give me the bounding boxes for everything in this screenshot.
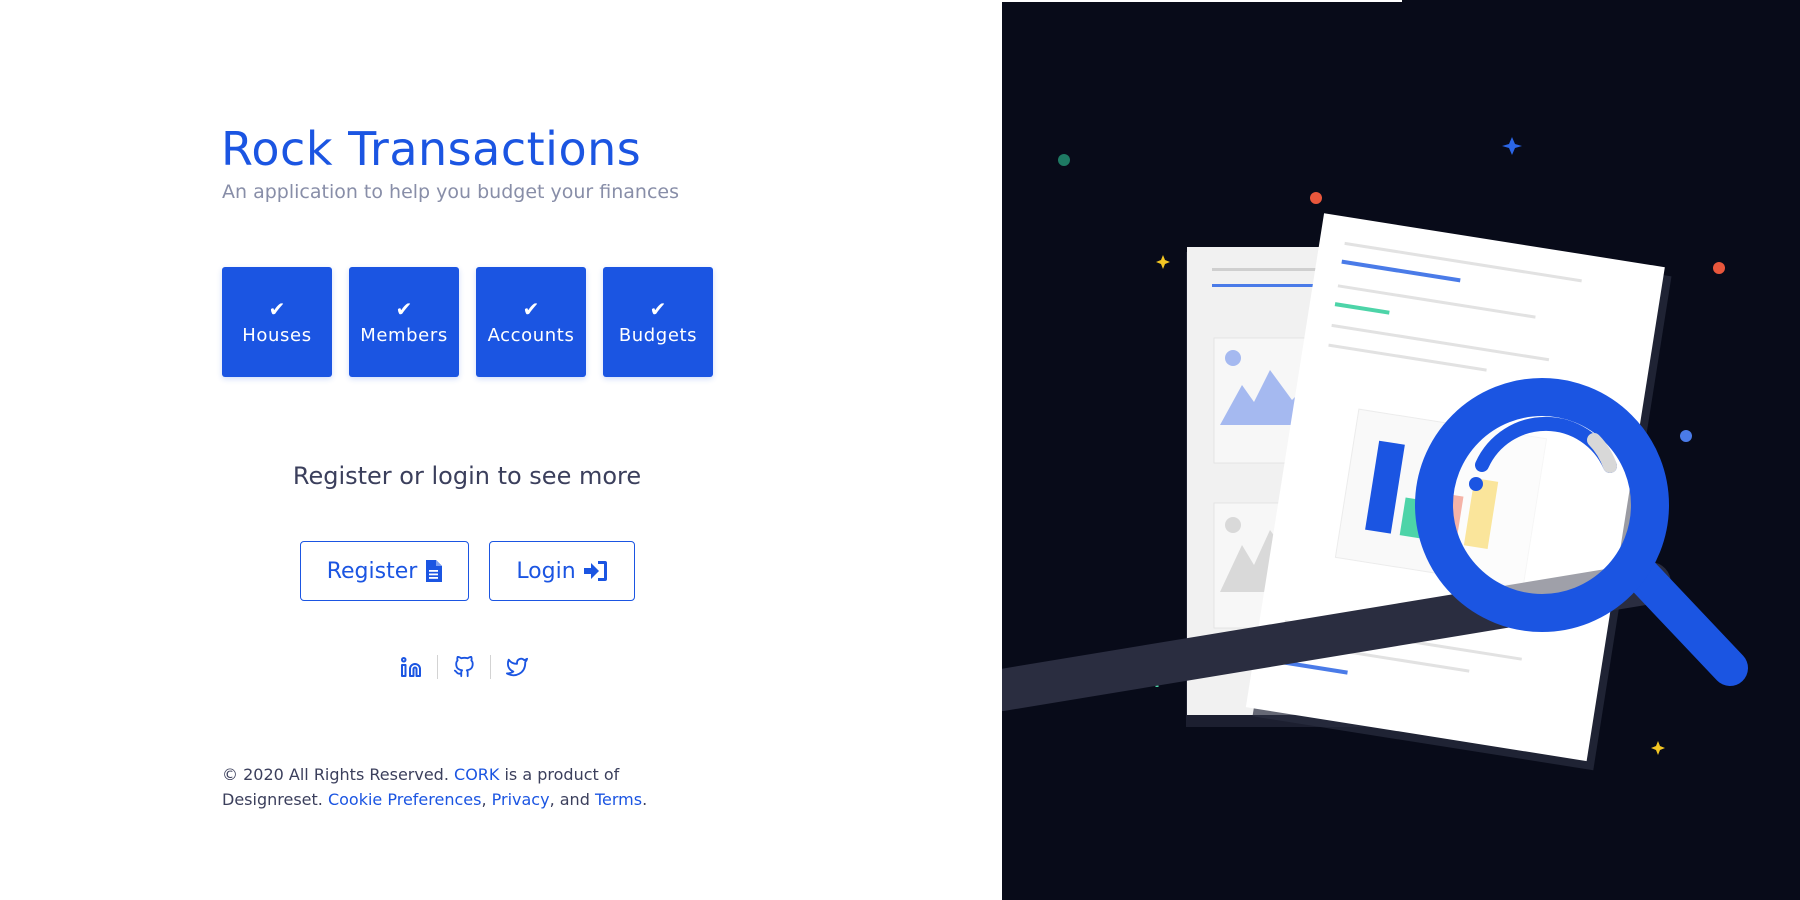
- register-button[interactable]: Register: [300, 541, 469, 601]
- feature-label: Houses: [242, 324, 312, 346]
- github-icon[interactable]: [451, 654, 477, 680]
- check-icon: ✔: [522, 296, 540, 321]
- check-icon: ✔: [268, 296, 286, 321]
- linkedin-icon[interactable]: [398, 654, 424, 680]
- check-icon: ✔: [395, 296, 413, 321]
- app-subtitle: An application to help you budget your f…: [222, 181, 679, 203]
- sparkle-dot: [1680, 430, 1692, 442]
- sparkle-dot: [1058, 154, 1070, 166]
- login-label: Login: [516, 558, 576, 584]
- social-links: [398, 654, 530, 680]
- app-title: Rock Transactions: [221, 122, 642, 176]
- feature-label: Members: [360, 324, 448, 346]
- footer-copyright: © 2020 All Rights Reserved.: [222, 765, 449, 784]
- footer-comma: ,: [481, 790, 487, 809]
- cork-link[interactable]: CORK: [454, 765, 499, 784]
- feature-label: Accounts: [487, 324, 575, 346]
- social-divider: [490, 655, 491, 679]
- privacy-link[interactable]: Privacy: [492, 790, 550, 809]
- sparkle-dot: [1310, 192, 1322, 204]
- sparkle-star: [1502, 137, 1522, 155]
- social-divider: [437, 655, 438, 679]
- feature-card-budgets: ✔ Budgets: [603, 267, 713, 377]
- document-analysis-illustration: [1002, 137, 1748, 771]
- login-button[interactable]: Login: [489, 541, 635, 601]
- file-text-icon: [425, 560, 443, 582]
- feature-list: ✔ Houses ✔ Members ✔ Accounts ✔ Budgets: [222, 267, 713, 377]
- footer-text: © 2020 All Rights Reserved. CORK is a pr…: [222, 762, 692, 812]
- footer-period: .: [642, 790, 648, 809]
- sparkle-star: [1651, 741, 1665, 755]
- check-icon: ✔: [649, 296, 667, 321]
- feature-card-houses: ✔ Houses: [222, 267, 332, 377]
- auth-prompt: Register or login to see more: [292, 462, 642, 490]
- feature-card-members: ✔ Members: [349, 267, 459, 377]
- login-panel: Rock Transactions An application to help…: [0, 0, 1002, 900]
- twitter-icon[interactable]: [504, 654, 530, 680]
- footer-and: , and: [549, 790, 590, 809]
- sign-in-icon: [583, 560, 608, 582]
- sparkle-star: [1156, 255, 1170, 269]
- sparkle-dot: [1713, 262, 1725, 274]
- feature-label: Budgets: [618, 324, 698, 346]
- terms-link[interactable]: Terms: [595, 790, 642, 809]
- cookie-preferences-link[interactable]: Cookie Preferences: [328, 790, 482, 809]
- feature-card-accounts: ✔ Accounts: [476, 267, 586, 377]
- illustration-panel: [1002, 0, 1800, 900]
- register-label: Register: [326, 558, 418, 584]
